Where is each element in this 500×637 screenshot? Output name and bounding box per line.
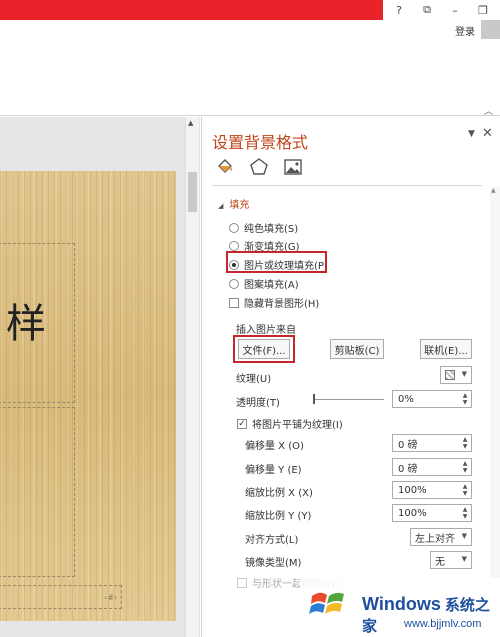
hide-bg-graphics-option[interactable]: 隐藏背景图形(H) (229, 295, 319, 310)
fill-section-label: 填充 (229, 200, 250, 211)
tile-label: 将图片平铺为纹理(I) (252, 420, 343, 431)
offset-x-label: 偏移量 X (O) (245, 441, 304, 452)
watermark-brand-en: Windows (362, 594, 441, 614)
slide-title-text[interactable]: 样 (6, 291, 46, 349)
window-controls: ? ⧉ – ❐ (386, 2, 496, 18)
pentagon-icon[interactable] (248, 157, 270, 177)
login-link[interactable]: 登录 (455, 23, 475, 38)
scroll-up-icon[interactable]: ▲ (491, 187, 496, 194)
content-placeholder[interactable] (0, 407, 75, 577)
scroll-thumb[interactable] (188, 172, 197, 212)
mirror-label: 镜像类型(M) (245, 558, 302, 569)
pane-options-icon[interactable]: ▼ (468, 129, 475, 139)
texture-label: 纹理(U) (236, 374, 272, 385)
solid-fill-label: 纯色填充(S) (244, 224, 299, 235)
picture-icon[interactable] (282, 157, 304, 177)
slide-canvas[interactable]: 样 ‹#› (0, 171, 176, 621)
hide-bg-graphics-label: 隐藏背景图形(H) (244, 299, 320, 310)
chevron-down-icon: ▼ (461, 532, 467, 540)
hide-bg-graphics-checkbox[interactable] (229, 297, 239, 308)
ribbon-display-button[interactable]: ⧉ (414, 2, 440, 18)
scroll-up-icon[interactable]: ▲ (188, 119, 193, 127)
insert-from-label: 插入图片来自 (236, 325, 296, 336)
pane-tabs (214, 157, 304, 177)
align-dropdown[interactable]: 左上对齐 ▼ (410, 528, 472, 546)
ribbon: 登录 ︿ (0, 20, 500, 117)
pattern-fill-label: 图案填充(A) (244, 280, 299, 291)
spinner-icon[interactable]: ▲ ▼ (461, 391, 469, 407)
windows-logo-icon (309, 592, 344, 614)
spinner-icon[interactable]: ▲ ▼ (461, 482, 469, 498)
pane-title: 设置背景格式 (212, 133, 309, 152)
chevron-down-icon: ▼ (461, 555, 467, 563)
offset-x-field[interactable]: 0 磅 ▲ ▼ (392, 434, 472, 452)
minimize-button[interactable]: – (442, 2, 468, 18)
scale-y-value: 100% (398, 507, 427, 519)
align-label: 对齐方式(L) (245, 535, 299, 546)
highlight-picture-fill (226, 251, 327, 273)
clipboard-button[interactable]: 剪贴板(C) (330, 339, 384, 359)
watermark-url: www.bjjmlv.com (404, 618, 482, 630)
texture-icon (445, 370, 455, 380)
mirror-value: 无 (435, 556, 445, 568)
pattern-fill-radio[interactable] (229, 278, 239, 289)
texture-dropdown[interactable]: ▼ (440, 366, 472, 384)
tile-option[interactable]: ✓ 将图片平铺为纹理(I) (237, 416, 343, 431)
align-value: 左上对齐 (415, 533, 455, 545)
watermark: Windows 系统之家 www.bjjmlv.com (300, 578, 500, 637)
spinner-icon[interactable]: ▲ ▼ (461, 435, 469, 451)
pane-scrollbar[interactable]: ▲ (490, 187, 500, 637)
rotate-with-shape-checkbox[interactable] (237, 577, 247, 588)
slide-number-field: ‹#› (104, 593, 118, 602)
spinner-icon[interactable]: ▲ ▼ (461, 459, 469, 475)
fill-section-header[interactable]: ◢ 填充 (218, 196, 249, 211)
tile-checkbox[interactable]: ✓ (237, 418, 247, 429)
transparency-field[interactable]: 0% ▲ ▼ (392, 390, 472, 408)
highlight-file-button (233, 335, 295, 363)
divider (212, 185, 482, 186)
scale-x-field[interactable]: 100% ▲ ▼ (392, 481, 472, 499)
chevron-down-icon: ▼ (461, 370, 467, 378)
solid-fill-option[interactable]: 纯色填充(S) (229, 220, 298, 235)
slide-workspace: 样 ‹#› (0, 117, 200, 637)
maximize-button[interactable]: ❐ (470, 2, 496, 18)
scale-y-label: 缩放比例 Y (Y) (245, 511, 312, 522)
slider-handle[interactable] (313, 394, 315, 404)
close-icon[interactable]: ✕ (482, 126, 493, 141)
help-button[interactable]: ? (386, 2, 412, 18)
pattern-fill-option[interactable]: 图案填充(A) (229, 276, 299, 291)
gradient-fill-radio[interactable] (229, 240, 239, 251)
mirror-dropdown[interactable]: 无 ▼ (430, 551, 472, 569)
transparency-label: 透明度(T) (236, 398, 280, 409)
transparency-slider[interactable] (313, 394, 384, 404)
scale-x-value: 100% (398, 484, 427, 496)
online-button[interactable]: 联机(E)... (420, 339, 472, 359)
avatar[interactable] (481, 20, 500, 39)
vertical-scrollbar[interactable]: ▲ (185, 117, 199, 637)
fill-icon[interactable] (214, 157, 236, 177)
spinner-icon[interactable]: ▲ ▼ (461, 505, 469, 521)
format-background-pane: 设置背景格式 ▼ ✕ ◢ 填充 纯色填充(S) 渐变填充(G) 图片或纹理填充(… (201, 117, 500, 637)
offset-y-label: 偏移量 Y (E) (245, 465, 302, 476)
scale-y-field[interactable]: 100% ▲ ▼ (392, 504, 472, 522)
collapse-ribbon-icon[interactable]: ︿ (484, 104, 493, 117)
offset-y-field[interactable]: 0 磅 ▲ ▼ (392, 458, 472, 476)
transparency-value: 0% (398, 393, 414, 405)
scale-x-label: 缩放比例 X (X) (245, 488, 313, 499)
title-bar-accent (0, 0, 383, 20)
offset-y-value: 0 磅 (398, 463, 418, 475)
title-bar: ? ⧉ – ❐ (0, 0, 500, 20)
offset-x-value: 0 磅 (398, 439, 418, 451)
collapse-triangle-icon: ◢ (218, 202, 224, 210)
solid-fill-radio[interactable] (229, 222, 239, 233)
